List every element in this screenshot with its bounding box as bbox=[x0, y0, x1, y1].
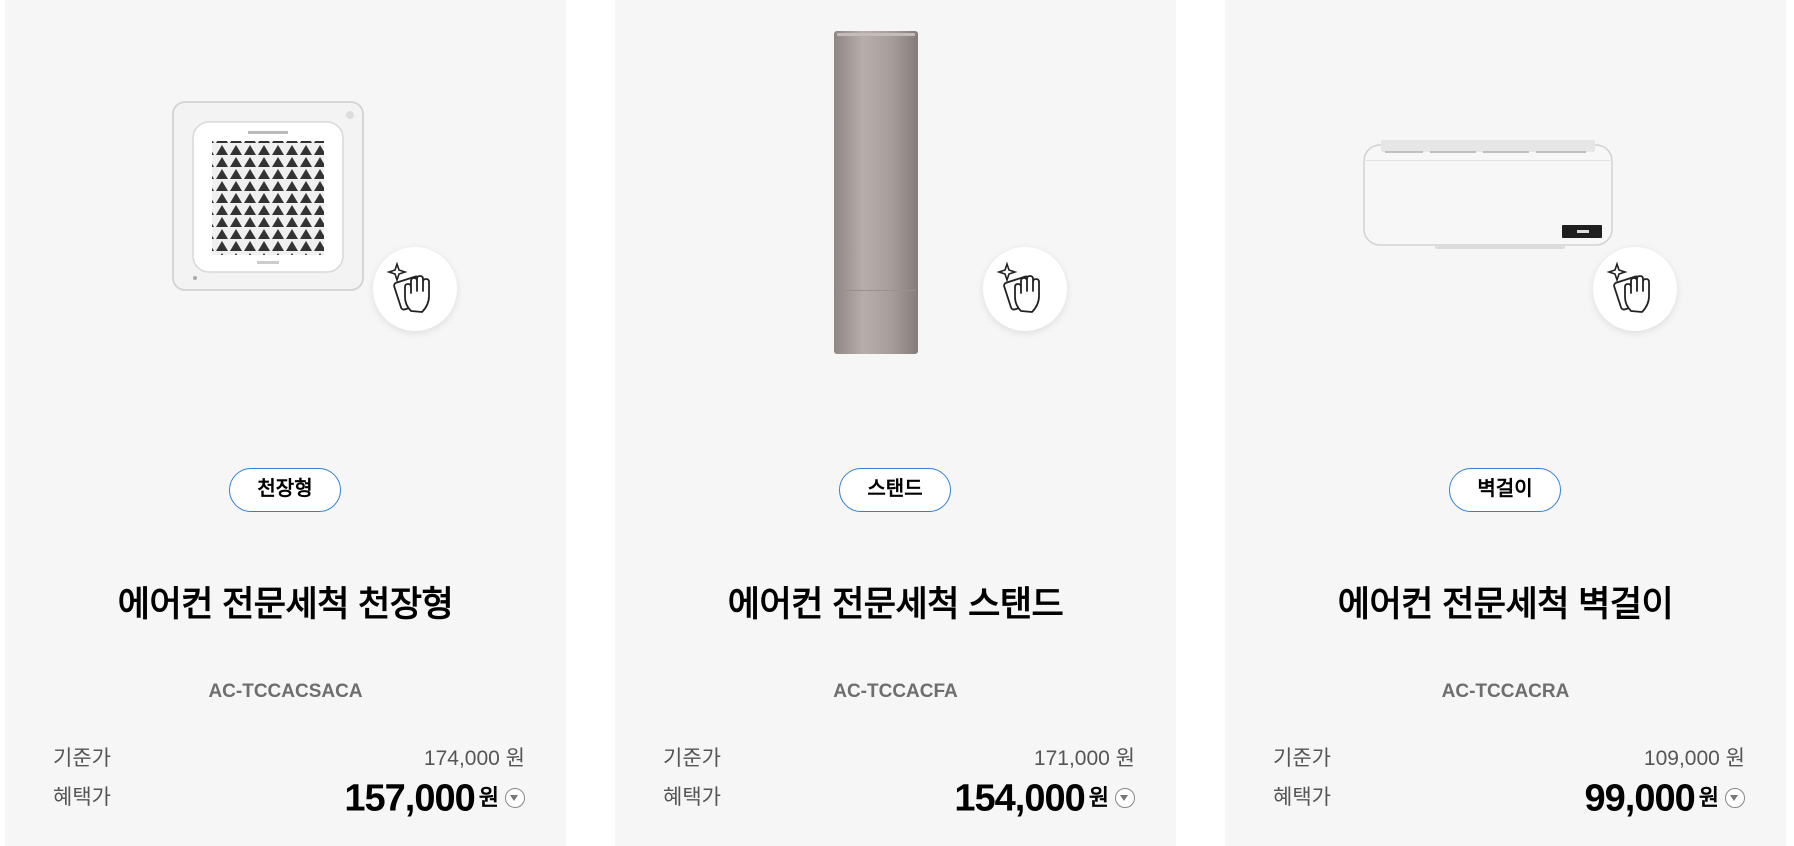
currency-unit: 원 bbox=[1088, 785, 1109, 811]
benefit-price-label: 혜택가 bbox=[53, 786, 111, 809]
benefit-price-row: 혜택가 154,000 원 bbox=[663, 778, 1135, 818]
product-name[interactable]: 에어컨 전문세척 벽걸이 bbox=[1225, 576, 1786, 627]
benefit-price-label: 혜택가 bbox=[1273, 786, 1331, 809]
type-tag: 스탠드 bbox=[839, 468, 951, 512]
ceiling-cassette-ac-image[interactable] bbox=[5, 0, 566, 420]
cleaning-hand-icon bbox=[1593, 247, 1677, 331]
currency-unit: 원 bbox=[478, 785, 499, 811]
product-card[interactable]: 벽걸이 에어컨 전문세척 벽걸이 AC-TCCACRA 기준가 109,000 … bbox=[1225, 0, 1786, 846]
product-card-list: 천장형 에어컨 전문세척 천장형 AC-TCCACSACA 기준가 174,00… bbox=[0, 0, 1794, 846]
cleaning-hand-icon bbox=[983, 247, 1067, 331]
benefit-price-value: 154,000 bbox=[954, 777, 1085, 820]
model-code: AC-TCCACFA bbox=[833, 681, 958, 702]
expand-price-details-button[interactable] bbox=[1725, 788, 1745, 809]
standing-ac-image[interactable] bbox=[615, 0, 1176, 420]
product-name[interactable]: 에어컨 전문세척 스탠드 bbox=[615, 576, 1176, 627]
standard-price-row: 기준가 171,000 원 bbox=[663, 739, 1135, 779]
cleaning-hand-icon bbox=[373, 247, 457, 331]
standard-price-label: 기준가 bbox=[663, 747, 721, 770]
benefit-price: 99,000 원 bbox=[1585, 778, 1745, 818]
standard-price-label: 기준가 bbox=[1273, 747, 1331, 770]
type-tag: 벽걸이 bbox=[1449, 468, 1561, 512]
expand-price-details-button[interactable] bbox=[505, 788, 525, 809]
benefit-price: 157,000 원 bbox=[344, 778, 525, 818]
standard-price-label: 기준가 bbox=[53, 747, 111, 770]
product-card[interactable]: 천장형 에어컨 전문세척 천장형 AC-TCCACSACA 기준가 174,00… bbox=[5, 0, 566, 846]
standard-price-value: 174,000 원 bbox=[423, 747, 525, 770]
standard-price-value: 109,000 원 bbox=[1643, 747, 1745, 770]
standard-price-row: 기준가 174,000 원 bbox=[53, 739, 525, 779]
type-tag: 천장형 bbox=[229, 468, 341, 512]
expand-price-details-button[interactable] bbox=[1115, 788, 1135, 809]
standard-price-row: 기준가 109,000 원 bbox=[1273, 739, 1745, 779]
standard-price-value: 171,000 원 bbox=[1033, 747, 1135, 770]
model-code: AC-TCCACRA bbox=[1441, 681, 1570, 702]
product-card[interactable]: 스탠드 에어컨 전문세척 스탠드 AC-TCCACFA 기준가 171,000 … bbox=[615, 0, 1176, 846]
benefit-price-row: 혜택가 157,000 원 bbox=[53, 778, 525, 818]
product-name[interactable]: 에어컨 전문세척 천장형 bbox=[5, 576, 566, 627]
benefit-price-value: 99,000 bbox=[1584, 777, 1696, 820]
benefit-price-label: 혜택가 bbox=[663, 786, 721, 809]
model-code: AC-TCCACSACA bbox=[208, 681, 363, 702]
benefit-price: 154,000 원 bbox=[954, 778, 1135, 818]
wall-mounted-ac-image[interactable] bbox=[1225, 0, 1786, 420]
currency-unit: 원 bbox=[1698, 785, 1719, 811]
benefit-price-row: 혜택가 99,000 원 bbox=[1273, 778, 1745, 818]
benefit-price-value: 157,000 bbox=[344, 777, 475, 820]
